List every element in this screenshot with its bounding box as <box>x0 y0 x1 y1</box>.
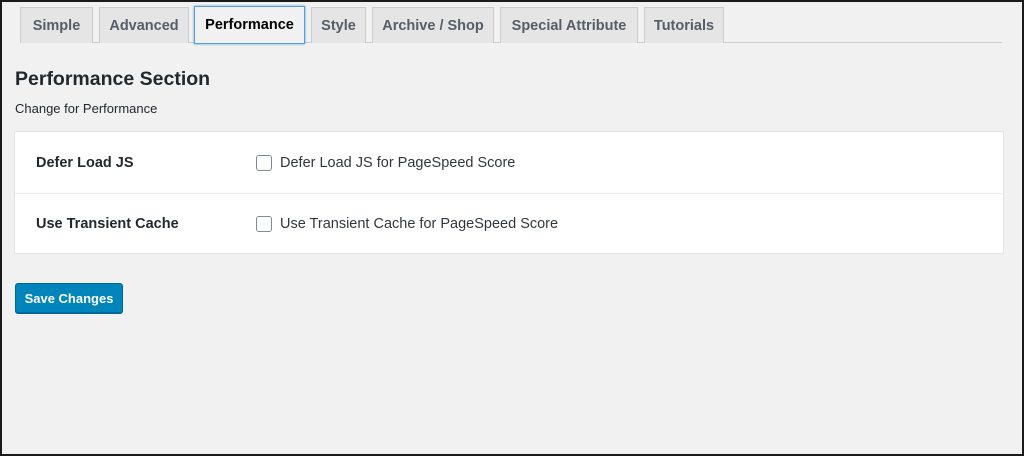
defer-load-js-checkbox[interactable] <box>256 154 272 171</box>
setting-label: Defer Load JS <box>36 154 134 171</box>
tab-archive-shop[interactable]: Archive / Shop <box>372 7 494 43</box>
transient-cache-option[interactable]: Use Transient Cache for PageSpeed Score <box>256 216 558 232</box>
section-title: Performance Section <box>15 68 211 90</box>
transient-cache-checkbox[interactable] <box>256 216 272 232</box>
tab-style[interactable]: Style <box>311 7 366 43</box>
tab-advanced[interactable]: Advanced <box>99 7 189 43</box>
defer-load-js-option[interactable]: Defer Load JS for PageSpeed Score <box>256 154 515 171</box>
tab-special-attribute[interactable]: Special Attribute <box>500 7 638 43</box>
checkbox-label[interactable]: Defer Load JS for PageSpeed Score <box>280 155 515 171</box>
settings-page: Simple Advanced Performance Style Archiv… <box>2 2 1022 454</box>
tab-bar: Simple Advanced Performance Style Archiv… <box>20 5 1002 44</box>
tab-simple[interactable]: Simple <box>20 7 93 43</box>
setting-row-defer-load-js: Defer Load JS Defer Load JS for PageSpee… <box>15 132 1003 193</box>
section-description: Change for Performance <box>15 101 158 116</box>
settings-panel: Defer Load JS Defer Load JS for PageSpee… <box>14 131 1004 254</box>
save-changes-button[interactable]: Save Changes <box>15 283 123 313</box>
tab-performance[interactable]: Performance <box>194 6 305 44</box>
checkbox-label[interactable]: Use Transient Cache for PageSpeed Score <box>280 216 558 232</box>
setting-row-transient-cache: Use Transient Cache Use Transient Cache … <box>15 193 1003 254</box>
setting-label: Use Transient Cache <box>36 216 179 232</box>
tab-tutorials[interactable]: Tutorials <box>644 7 724 43</box>
